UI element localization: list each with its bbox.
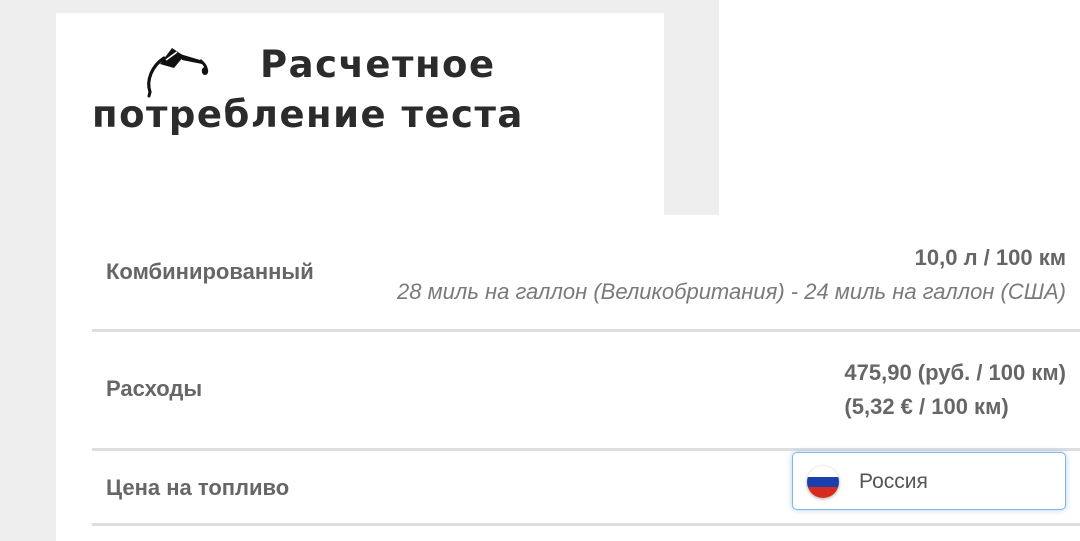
- cost-value-rub: 475,90 (руб. / 100 км): [844, 360, 1066, 385]
- row-label: Расходы: [106, 376, 203, 401]
- country-select[interactable]: Россия: [792, 452, 1066, 510]
- row-label: Цена на топливо: [106, 475, 290, 500]
- cost-value-eur: (5,32 € / 100 км): [844, 394, 1009, 419]
- row-values: 10,0 л / 100 км 28 миль на галлон (Велик…: [397, 241, 1066, 309]
- row-costs: Расходы 475,90 (руб. / 100 км) (5,32 € /…: [92, 332, 1080, 451]
- page-title: Расчетное потребление теста: [92, 43, 524, 136]
- russia-flag-icon: [807, 466, 839, 498]
- row-values: 475,90 (руб. / 100 км) (5,32 € / 100 км): [844, 356, 1066, 424]
- consumption-value: 10,0 л / 100 км: [914, 245, 1066, 270]
- country-select-value: Россия: [859, 470, 928, 493]
- page-background-left: [0, 215, 56, 541]
- consumption-mpg: 28 миль на галлон (Великобритания) - 24 …: [397, 279, 1066, 304]
- row-label: Комбинированный: [106, 259, 314, 284]
- row-combined: Комбинированный 10,0 л / 100 км 28 миль …: [92, 235, 1080, 332]
